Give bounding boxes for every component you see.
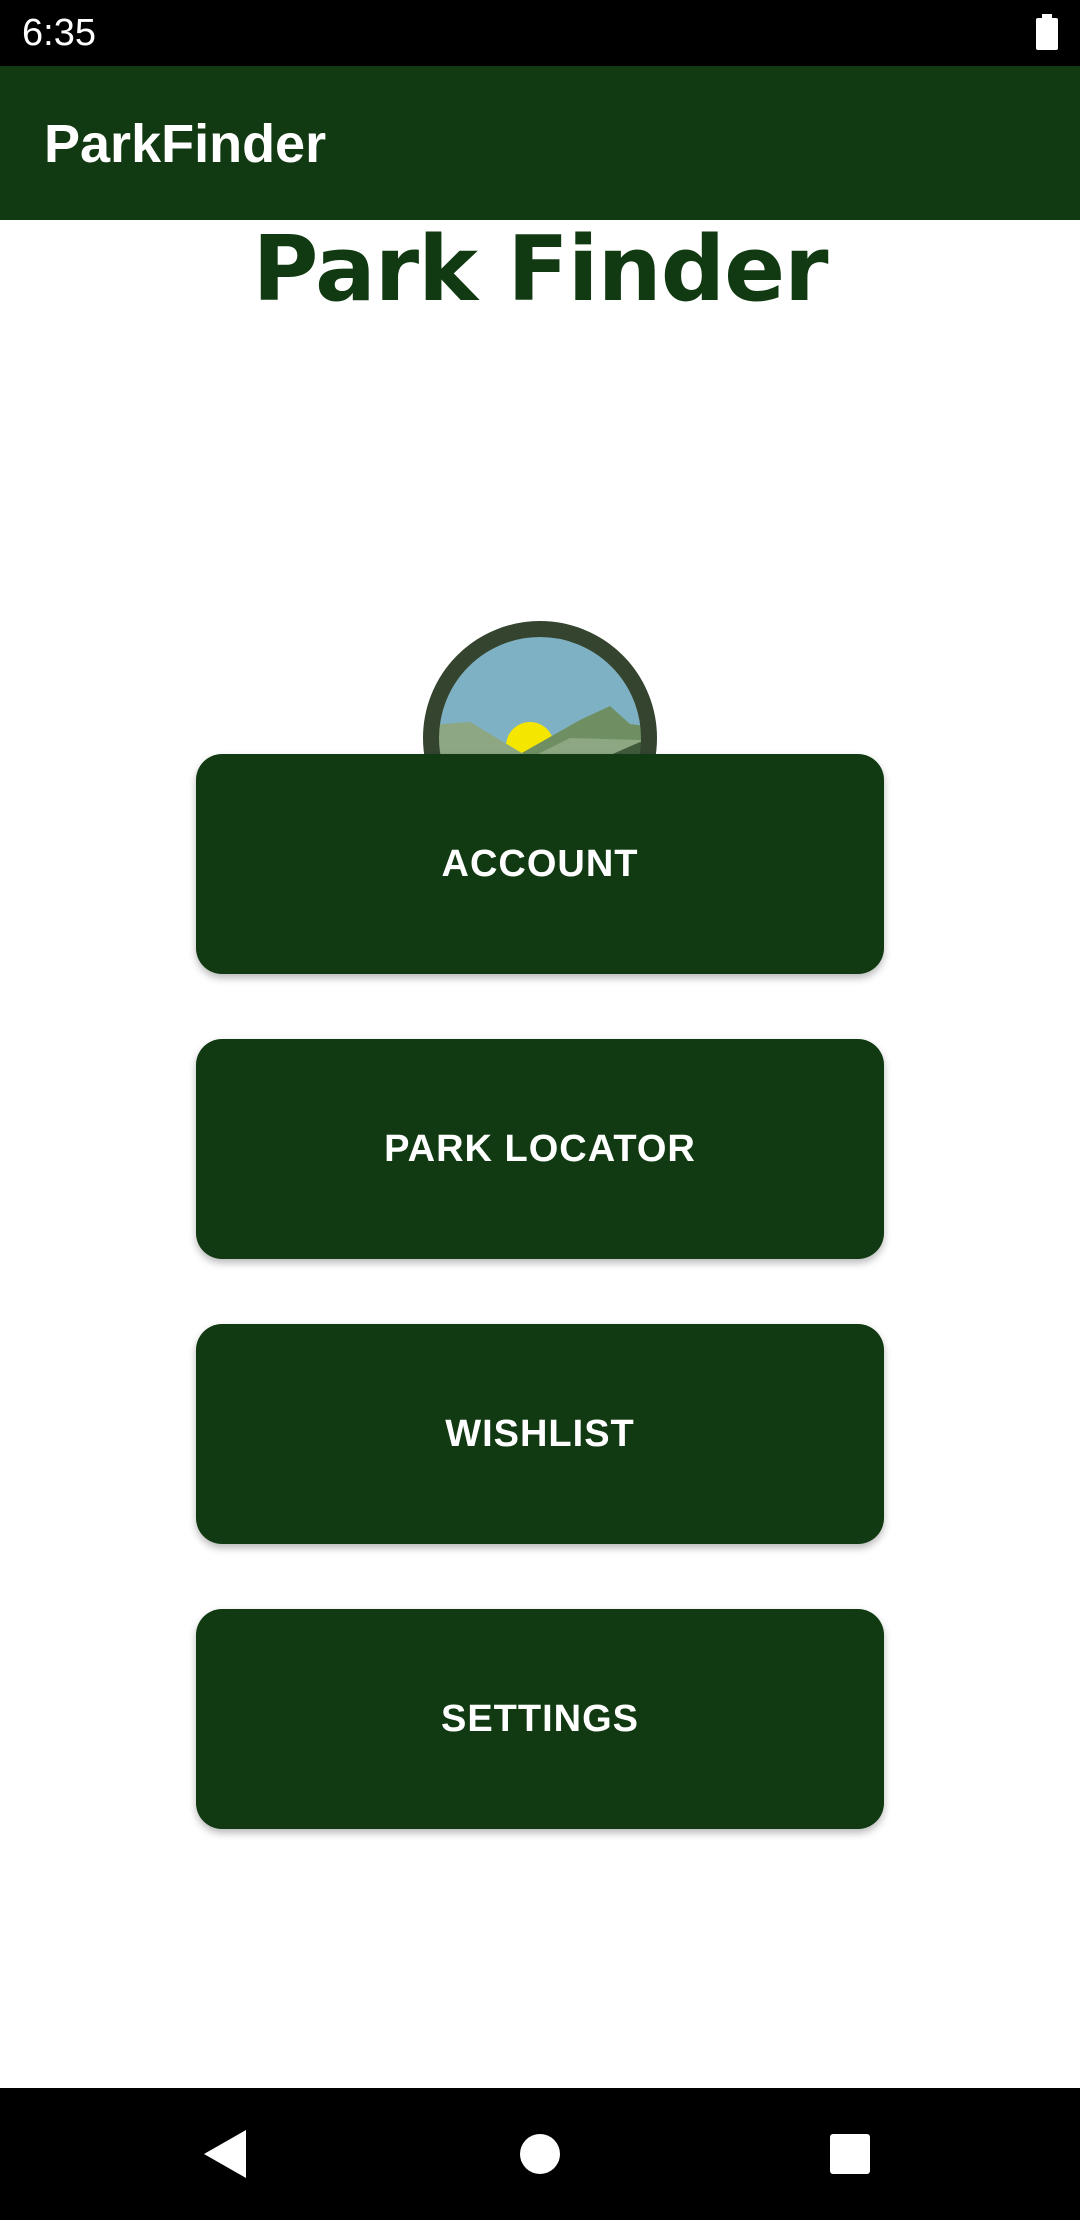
battery-full-icon <box>1036 14 1058 50</box>
status-time: 6:35 <box>22 12 96 54</box>
page-heading: Park Finder <box>252 217 828 322</box>
recents-square-icon[interactable] <box>829 2133 871 2175</box>
navigation-bar <box>0 2088 1080 2220</box>
park-locator-button[interactable]: PARK LOCATOR <box>196 1039 884 1259</box>
home-circle-icon[interactable] <box>518 2132 562 2176</box>
app-bar: ParkFinder <box>0 66 1080 220</box>
settings-button[interactable]: SETTINGS <box>196 1609 884 1829</box>
status-bar: 6:35 <box>0 0 1080 66</box>
app-title: ParkFinder <box>44 114 327 174</box>
back-triangle-icon[interactable] <box>200 2128 250 2180</box>
wishlist-button[interactable]: WISHLIST <box>196 1324 884 1544</box>
account-button[interactable]: ACCOUNT <box>196 754 884 974</box>
